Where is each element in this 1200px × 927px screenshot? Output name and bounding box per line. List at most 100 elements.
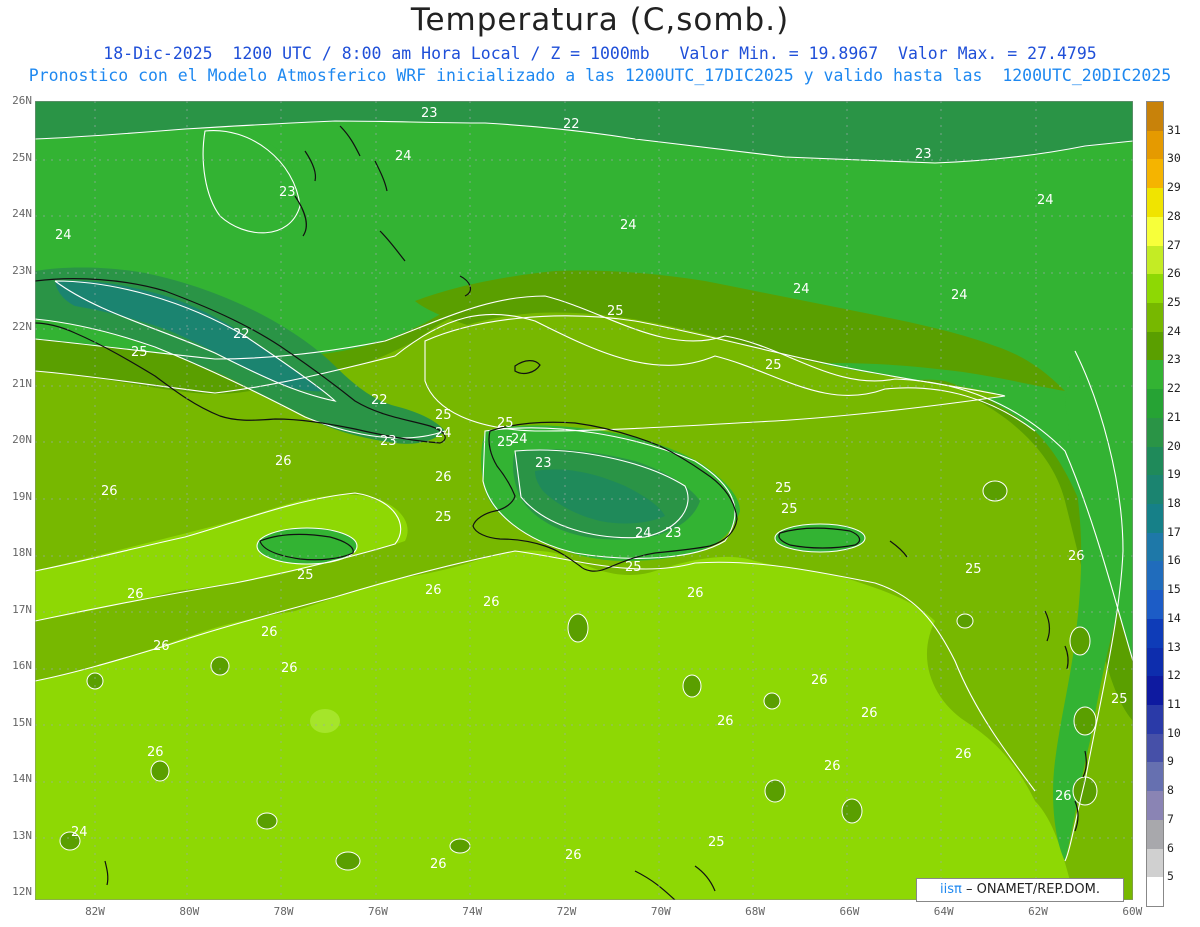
contour-label: 26 xyxy=(101,484,118,499)
color-scale-swatch xyxy=(1147,705,1163,735)
longitude-label: 74W xyxy=(462,905,483,918)
color-scale-swatch xyxy=(1147,303,1163,333)
color-scale-swatch xyxy=(1147,331,1163,361)
contour-label: 25 xyxy=(607,304,624,319)
contour-label: 24 xyxy=(435,426,452,441)
color-scale-swatch xyxy=(1147,733,1163,763)
color-scale-label: 22 xyxy=(1167,381,1181,396)
color-scale-label: 28 xyxy=(1167,208,1181,223)
contour-label: 25 xyxy=(965,562,982,577)
contour-label: 23 xyxy=(380,434,397,449)
color-scale-label: 16 xyxy=(1167,553,1181,568)
contour-label: 22 xyxy=(563,117,580,132)
contour-label: 23 xyxy=(421,106,438,121)
color-scale-swatch xyxy=(1147,791,1163,821)
color-scale-label: 13 xyxy=(1167,639,1181,654)
longitude-label: 62W xyxy=(1028,905,1048,918)
color-scale-swatch xyxy=(1147,446,1163,476)
latitude-label: 14N xyxy=(12,772,32,785)
longitude-label: 64W xyxy=(933,905,954,918)
contour-label: 24 xyxy=(635,526,652,541)
color-scale-label: 26 xyxy=(1167,266,1181,281)
contour-label: 26 xyxy=(261,625,278,640)
contour-label: 25 xyxy=(708,835,725,850)
color-scale-bar xyxy=(1146,101,1164,907)
longitude-label: 66W xyxy=(839,905,860,918)
latitude-label: 21N xyxy=(12,376,32,390)
color-scale-label: 11 xyxy=(1167,697,1181,711)
color-scale-label: 7 xyxy=(1167,811,1174,826)
institution-logo: iisπ xyxy=(940,882,962,897)
color-scale-label: 29 xyxy=(1167,180,1181,195)
contour-label: 24 xyxy=(511,432,528,447)
color-scale-swatch xyxy=(1147,504,1163,534)
color-scale-swatch xyxy=(1147,417,1163,448)
color-scale-swatch xyxy=(1147,618,1163,649)
longitude-label: 68W xyxy=(745,905,766,918)
contour-label: 24 xyxy=(620,218,637,233)
color-scale-label: 23 xyxy=(1167,352,1181,367)
contour-label: 25 xyxy=(781,502,798,517)
color-scale-label: 21 xyxy=(1167,409,1181,424)
color-scale-swatch xyxy=(1147,877,1163,907)
contour-label: 26 xyxy=(127,587,144,602)
color-scale-label: 30 xyxy=(1167,151,1181,166)
latitude-label: 23N xyxy=(12,263,32,277)
color-scale-swatch xyxy=(1147,590,1163,620)
color-scale-label: 15 xyxy=(1167,582,1181,597)
color-scale-swatch xyxy=(1147,159,1163,189)
forecast-time-line: 18-Dic-2025 1200 UTC / 8:00 am Hora Loca… xyxy=(103,44,1097,63)
contour-label: 24 xyxy=(793,282,810,297)
color-scale-label: 12 xyxy=(1167,668,1181,683)
latitude-label: 25N xyxy=(12,150,32,164)
contour-label: 26 xyxy=(425,583,442,598)
color-scale-swatch xyxy=(1147,647,1163,677)
contour-label: 26 xyxy=(430,857,447,872)
color-scale-swatch xyxy=(1147,274,1163,304)
temperature-map: 232224232324242424 2422252525222524232525… xyxy=(35,101,1133,900)
color-scale-label: 10 xyxy=(1167,725,1181,740)
color-scale-label: 9 xyxy=(1167,754,1174,769)
contour-label: 25 xyxy=(625,560,642,575)
contour-label: 25 xyxy=(435,510,452,525)
contour-label: 25 xyxy=(497,416,514,431)
contour-label: 26 xyxy=(1068,549,1085,564)
contour-label: 26 xyxy=(1055,789,1072,804)
color-scale-swatch xyxy=(1147,762,1163,792)
longitude-label: 72W xyxy=(556,905,577,918)
model-info-line: Pronostico con el Modelo Atmosferico WRF… xyxy=(28,66,1172,85)
color-scale-swatch xyxy=(1147,360,1163,390)
color-scale-swatch xyxy=(1147,245,1163,275)
contour-label: 26 xyxy=(275,454,292,469)
latitude-label: 19N xyxy=(12,489,32,503)
latitude-label: 12N xyxy=(12,885,32,898)
contour-label: 26 xyxy=(147,745,164,760)
contour-label: 25 xyxy=(765,358,782,373)
contour-label: 23 xyxy=(279,185,296,200)
color-scale-swatch xyxy=(1147,216,1163,247)
contour-label: 24 xyxy=(395,149,412,164)
contour-label: 25 xyxy=(775,481,792,496)
color-scale-label: 27 xyxy=(1167,237,1181,252)
latitude-label: 22N xyxy=(12,320,32,333)
color-scale-swatch xyxy=(1147,848,1163,878)
contour-label: 22 xyxy=(371,393,388,408)
color-scale-label: 31 xyxy=(1167,122,1181,137)
contour-label: 24 xyxy=(951,288,968,303)
color-scale-swatch xyxy=(1147,102,1163,132)
contour-label: 26 xyxy=(153,639,170,654)
color-scale-label: 8 xyxy=(1167,783,1174,798)
contour-label: 23 xyxy=(535,456,552,471)
contour-label: 25 xyxy=(131,345,148,360)
credit-text: – ONAMET/REP.DOM. xyxy=(965,882,1100,897)
color-scale-label: 18 xyxy=(1167,496,1181,510)
color-scale-swatch xyxy=(1147,188,1163,218)
contour-label: 24 xyxy=(55,228,72,243)
longitude-label: 80W xyxy=(179,905,200,918)
credit-box: iisπ – ONAMET/REP.DOM. xyxy=(916,878,1124,902)
contour-label: 25 xyxy=(435,408,452,423)
color-scale-swatch xyxy=(1147,561,1163,591)
contour-label: 26 xyxy=(811,673,828,688)
color-scale-label: 20 xyxy=(1167,438,1181,453)
contour-label: 26 xyxy=(483,595,500,610)
